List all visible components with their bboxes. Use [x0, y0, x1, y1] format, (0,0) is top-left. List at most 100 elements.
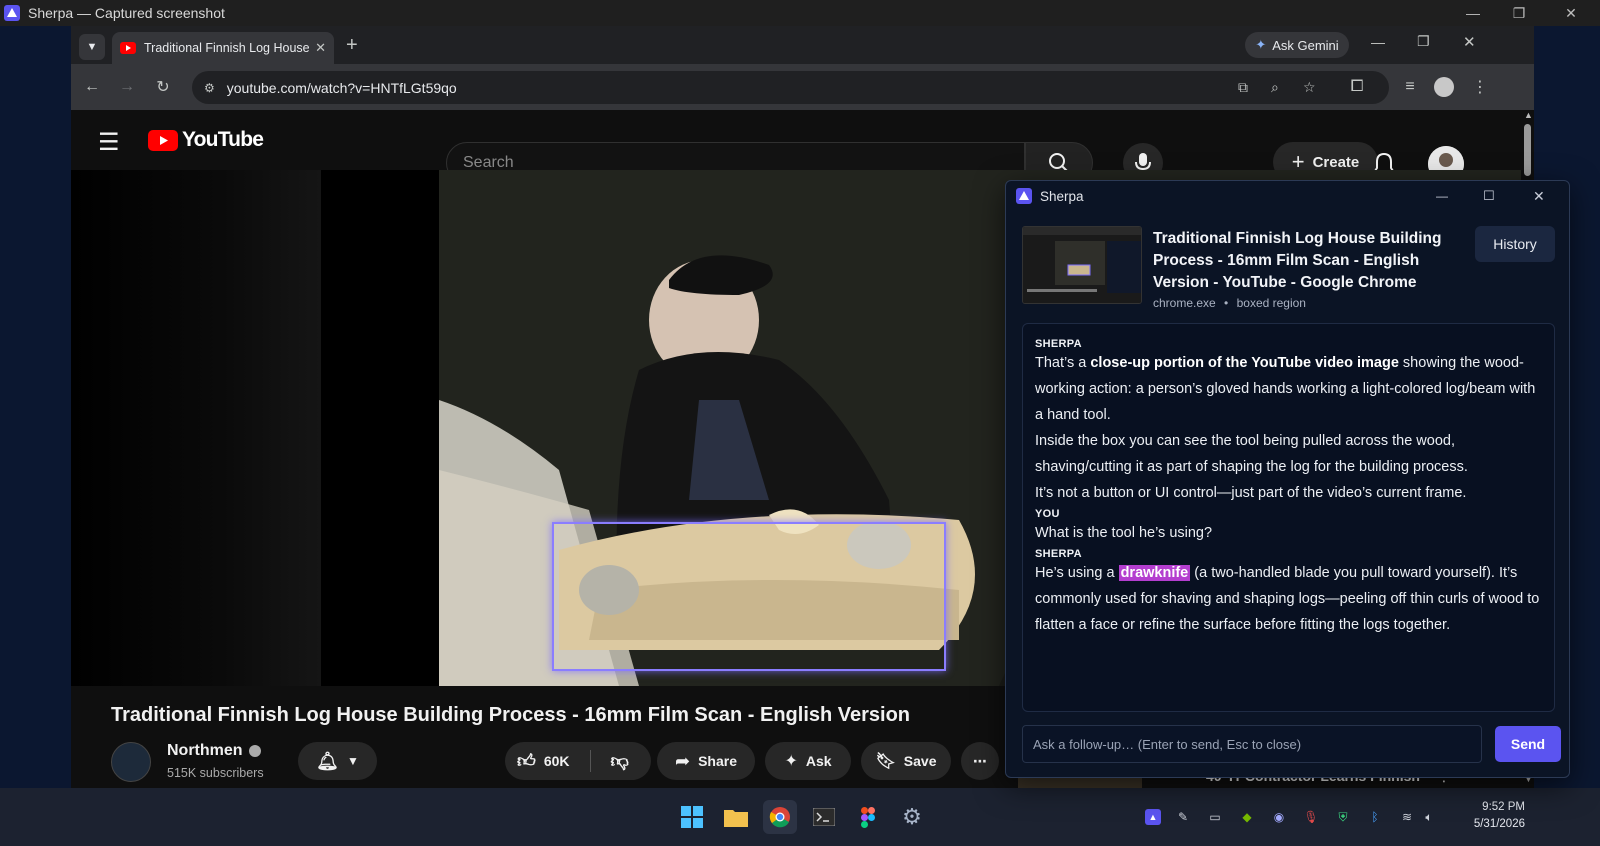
sherpa-panel: Sherpa — ☐ ✕ Traditional Finnish Log Hou… [1005, 180, 1570, 778]
separator: • [1224, 296, 1229, 310]
tab-close-icon[interactable]: ✕ [315, 40, 326, 56]
outer-title-bar: Sherpa — Captured screenshot [0, 0, 1600, 26]
assistant-message-paragraph: It’s not a button or UI control—just par… [1035, 485, 1467, 501]
install-app-icon[interactable]: ⧉ [1238, 79, 1248, 96]
capture-thumbnail [1022, 226, 1142, 304]
like-count: 60K [543, 753, 570, 769]
chat-transcript: SHERPA That’s a close-up portion of the … [1022, 323, 1555, 712]
taskbar-figma[interactable] [851, 800, 885, 834]
taskbar-file-explorer[interactable] [719, 800, 753, 834]
tray-volume-icon[interactable]: 🔈︎ [1421, 809, 1437, 825]
user-message: What is the tool he’s using? [1035, 525, 1213, 541]
tray-microphone-icon[interactable]: 🎙︎ [1303, 809, 1319, 825]
chrome-restore-button[interactable]: ❐ [1417, 33, 1430, 50]
bookmark-icon: 🔖︎ [875, 753, 896, 770]
followup-input[interactable]: Ask a follow-up… (Enter to send, Esc to … [1022, 725, 1482, 763]
youtube-logo-icon [148, 129, 178, 151]
like-button[interactable]: 👍︎ 60K [517, 750, 570, 772]
like-dislike-group: 👍︎ 60K 👎︎ [505, 742, 651, 780]
sherpa-title-bar[interactable]: Sherpa — ☐ ✕ [1006, 181, 1569, 211]
highlighted-term: drawknife [1118, 565, 1191, 581]
channel-name-text: Northmen [167, 742, 243, 759]
send-button[interactable]: Send [1495, 726, 1561, 762]
chrome-close-button[interactable]: ✕ [1463, 33, 1476, 51]
site-info-icon[interactable]: ⚙ [204, 81, 215, 95]
close-icon: ✕ [1463, 34, 1476, 51]
start-button[interactable] [675, 800, 709, 834]
video-letterbox-left [71, 170, 321, 686]
taskbar-terminal[interactable] [807, 800, 841, 834]
address-bar[interactable]: ⚙ youtube.com/watch?v=HNTfLGt59qo ⧉ ⌕ ☆ [192, 71, 1389, 104]
capture-process: chrome.exe [1153, 296, 1216, 310]
guide-menu-button[interactable]: ☰ [98, 128, 120, 157]
tray-nvidia-icon[interactable]: ◆ [1239, 809, 1255, 825]
chrome-menu-button[interactable]: ⋮ [1469, 76, 1491, 98]
chrome-icon [769, 807, 790, 828]
sherpa-close-button[interactable]: ✕ [1533, 188, 1545, 205]
profile-button[interactable] [1433, 76, 1455, 98]
reload-button[interactable]: ↻ [152, 76, 174, 98]
tray-discord-icon[interactable]: ◉ [1271, 809, 1287, 825]
scrollbar-thumb[interactable] [1524, 124, 1531, 176]
back-button[interactable]: ← [81, 76, 103, 98]
media-controls-button[interactable]: ≡ [1399, 76, 1421, 98]
outer-minimize-button[interactable]: — [1450, 0, 1496, 26]
tray-security-icon[interactable]: ⛨ [1335, 809, 1351, 825]
youtube-logo[interactable]: YouTube [148, 128, 264, 152]
history-button[interactable]: History [1475, 226, 1555, 262]
sherpa-window-title: Sherpa [1040, 188, 1084, 204]
verified-badge-icon [248, 745, 261, 757]
bookmark-star-icon[interactable]: ☆ [1303, 79, 1316, 96]
sherpa-maximize-button[interactable]: ☐ [1483, 188, 1495, 204]
channel-name[interactable]: Northmen [167, 742, 261, 760]
tray-pen-icon[interactable]: ✎ [1175, 809, 1191, 825]
tray-display-icon[interactable]: ▭ [1207, 809, 1223, 825]
tray-wifi-icon[interactable]: ≋ [1399, 809, 1415, 825]
folder-icon [724, 810, 748, 827]
thumbs-up-icon: 👍︎ [517, 751, 536, 771]
clock[interactable]: 9:52 PM 5/31/2026 [1455, 799, 1525, 833]
bell-icon: 🔔︎ [316, 750, 339, 771]
selection-box [552, 522, 946, 671]
taskbar-chrome[interactable] [763, 800, 797, 834]
tray-bluetooth-icon[interactable]: ᛒ [1367, 809, 1383, 825]
divider [589, 750, 591, 772]
forward-button[interactable]: → [116, 76, 138, 98]
tab-search-button[interactable]: ▼ [79, 34, 105, 60]
restore-icon: ❐ [1417, 33, 1430, 49]
zoom-icon[interactable]: ⌕ [1271, 79, 1279, 96]
new-tab-button[interactable]: + [346, 34, 358, 57]
sherpa-logo-icon [1016, 188, 1032, 204]
sparkle-icon: ✦ [784, 753, 798, 770]
reload-icon: ↻ [156, 79, 170, 96]
channel-avatar[interactable] [111, 742, 151, 782]
message-emphasis: close-up portion of the YouTube video im… [1090, 355, 1399, 371]
browser-toolbar: ← → ↻ ⚙ youtube.com/watch?v=HNTfLGt59qo … [71, 64, 1534, 110]
puzzle-icon: ⧠ [1350, 78, 1364, 95]
sherpa-minimize-button[interactable]: — [1436, 189, 1448, 203]
ask-gemini-button[interactable]: ✦ Ask Gemini [1245, 32, 1349, 58]
extensions-button[interactable]: ⧠ [1346, 76, 1368, 98]
scroll-up-icon[interactable]: ▲ [1524, 110, 1533, 120]
taskbar-settings[interactable]: ⚙ [895, 800, 929, 834]
chrome-minimize-button[interactable]: — [1371, 34, 1385, 50]
share-button[interactable]: ➦ Share [657, 742, 755, 780]
more-horizontal-icon: ⋯ [973, 752, 987, 769]
outer-close-button[interactable]: ✕ [1548, 0, 1594, 26]
save-button[interactable]: 🔖︎ Save [861, 742, 951, 780]
sherpa-logo-icon [4, 5, 20, 21]
gemini-sparkle-icon: ✦ [1255, 37, 1267, 52]
url-text: youtube.com/watch?v=HNTfLGt59qo [226, 79, 457, 96]
tab-youtube[interactable]: Traditional Finnish Log House B ✕ [112, 32, 334, 64]
capture-context-header: Traditional Finnish Log House Building P… [1022, 226, 1555, 310]
dislike-button[interactable]: 👎︎ [611, 750, 629, 772]
tray-sherpa-icon[interactable]: ▲ [1145, 809, 1161, 825]
subscription-bell-button[interactable]: 🔔︎ ▼ [298, 742, 377, 780]
more-actions-button[interactable]: ⋯ [961, 742, 999, 780]
minimize-icon: — [1371, 34, 1385, 50]
share-label: Share [698, 753, 737, 769]
minimize-icon: — [1466, 5, 1480, 21]
outer-restore-button[interactable]: ❐ [1496, 0, 1542, 26]
capture-region: boxed region [1236, 296, 1306, 310]
ask-button[interactable]: ✦ Ask [765, 742, 851, 780]
